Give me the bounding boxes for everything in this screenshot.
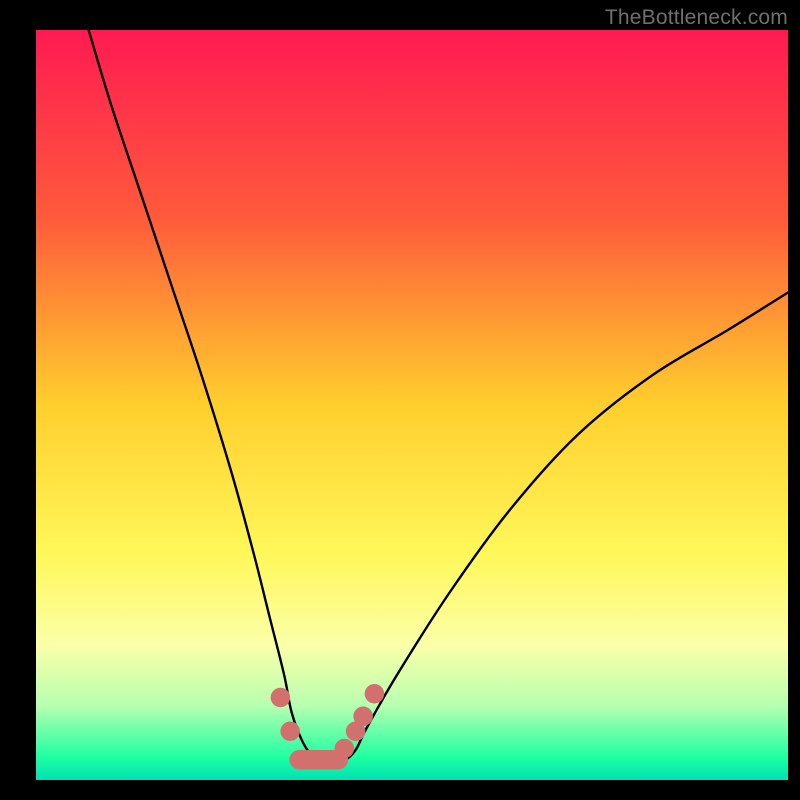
plot-background	[36, 30, 788, 780]
watermark-text: TheBottleneck.com	[605, 6, 788, 30]
chart-container: TheBottleneck.com	[0, 0, 800, 800]
curve-marker-dot	[271, 688, 291, 708]
bottleneck-chart	[0, 0, 800, 800]
curve-marker-dot	[365, 684, 385, 704]
curve-marker-dot	[353, 706, 373, 726]
curve-marker-dot	[280, 721, 300, 741]
